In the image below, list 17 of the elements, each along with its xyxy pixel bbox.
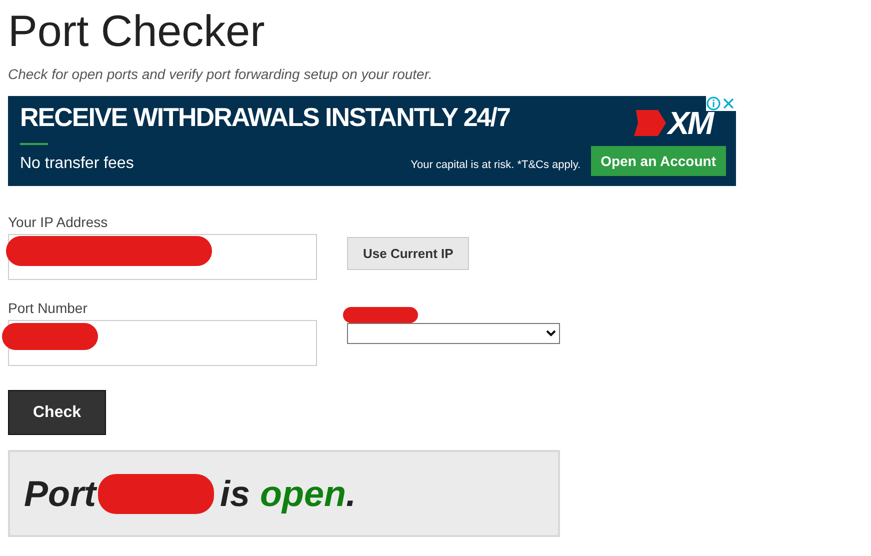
info-icon[interactable]	[706, 96, 721, 111]
ad-headline: RECEIVE WITHDRAWALS INSTANTLY 24/7	[20, 102, 511, 133]
result-status: open	[260, 472, 346, 514]
port-number-label: Port Number	[8, 300, 88, 316]
ip-address-label: Your IP Address	[8, 214, 108, 230]
page-title: Port Checker	[8, 6, 266, 58]
result-verb: is	[220, 472, 250, 514]
result-period: .	[346, 472, 356, 514]
result-prefix: Port	[24, 472, 96, 514]
ad-tagline: No transfer fees	[20, 155, 134, 173]
ad-logo: XM	[668, 106, 712, 140]
ad-disclaimer: Your capital is at risk. *T&Cs apply.	[410, 159, 581, 171]
page-subtitle: Check for open ports and verify port forwarding setup on your router.	[8, 66, 434, 82]
use-current-ip-button[interactable]: Use Current IP	[347, 237, 470, 270]
protocol-select[interactable]	[347, 323, 560, 344]
check-button[interactable]: Check	[8, 390, 106, 435]
close-icon[interactable]	[721, 96, 736, 111]
